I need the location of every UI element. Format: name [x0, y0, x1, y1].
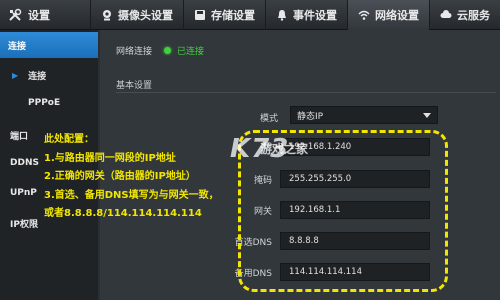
mode-label: 模式	[260, 114, 279, 124]
cloud-icon	[440, 9, 452, 18]
tab-camera-settings[interactable]: 摄像头设置	[90, 0, 183, 30]
camera-icon	[103, 9, 111, 20]
sidebar-item-connection[interactable]: ▶ 连接	[0, 62, 98, 88]
section-divider	[116, 92, 496, 93]
tools-icon	[9, 8, 22, 21]
tab-event-settings[interactable]: 事件设置	[265, 0, 347, 30]
triangle-right-icon: ▶	[12, 70, 19, 80]
top-navigation-bar: 设置 摄像头设置 存储设置 事件设置 网络设置 云服务	[0, 0, 500, 30]
annotation-line: 此处配置：	[44, 134, 94, 145]
annotation-line: 或者8.8.8.8/114.114.114.114	[44, 208, 202, 219]
section-title: 基本设置	[116, 81, 153, 91]
sidebar-item-label: DDNS	[10, 158, 39, 168]
annotation-line: 1.与路由器同一网段的IP地址	[44, 152, 176, 164]
tab-label: 云服务	[457, 8, 490, 22]
annotation-line: 3.首选、备用DNS填写为与网关一致，	[44, 189, 219, 201]
tab-cloud-service[interactable]: 云服务	[429, 0, 500, 30]
sidebar-item-label: 连接	[8, 41, 27, 52]
tab-label: 存储设置	[211, 8, 255, 22]
sidebar-item-pppoe[interactable]: PPPoE	[0, 90, 98, 116]
mode-select[interactable]: 静态IP	[290, 106, 438, 124]
sidebar-item-label: 连接	[28, 71, 47, 82]
tab-label: 事件设置	[293, 8, 337, 22]
annotation-note: 此处配置： 1.与路由器同一网段的IP地址 2.正确的网关（路由器的IP地址） …	[44, 131, 259, 224]
settings-header: 设置	[0, 0, 90, 30]
tab-storage-settings[interactable]: 存储设置	[183, 0, 265, 30]
annotation-line: 2.正确的网关（路由器的IP地址）	[44, 171, 196, 182]
connection-status-row: 网络连接 已连接	[116, 44, 204, 57]
sidebar-item-label: IP权限	[10, 219, 38, 230]
connection-label: 网络连接	[116, 47, 153, 57]
storage-icon	[195, 9, 205, 20]
wifi-icon	[358, 10, 370, 20]
settings-title: 设置	[28, 8, 50, 22]
chevron-down-icon	[423, 113, 431, 118]
watermark-logo: K73 游戏之家	[230, 134, 308, 164]
sidebar-item-label: UPnP	[10, 188, 37, 198]
tab-label: 摄像头设置	[118, 8, 173, 22]
watermark-text: 游戏之家	[260, 142, 309, 156]
sidebar-item-label: PPPoE	[28, 98, 61, 108]
sidebar-item-label: 端口	[10, 131, 29, 142]
tab-network-settings[interactable]: 网络设置	[347, 0, 429, 30]
connection-status: 已连接	[177, 47, 205, 57]
tab-label: 网络设置	[375, 8, 419, 22]
mode-select-value: 静态IP	[297, 111, 324, 122]
sidebar-item-connection-group[interactable]: 连接	[0, 32, 98, 58]
bell-icon	[278, 9, 286, 21]
status-dot-icon	[164, 47, 172, 54]
